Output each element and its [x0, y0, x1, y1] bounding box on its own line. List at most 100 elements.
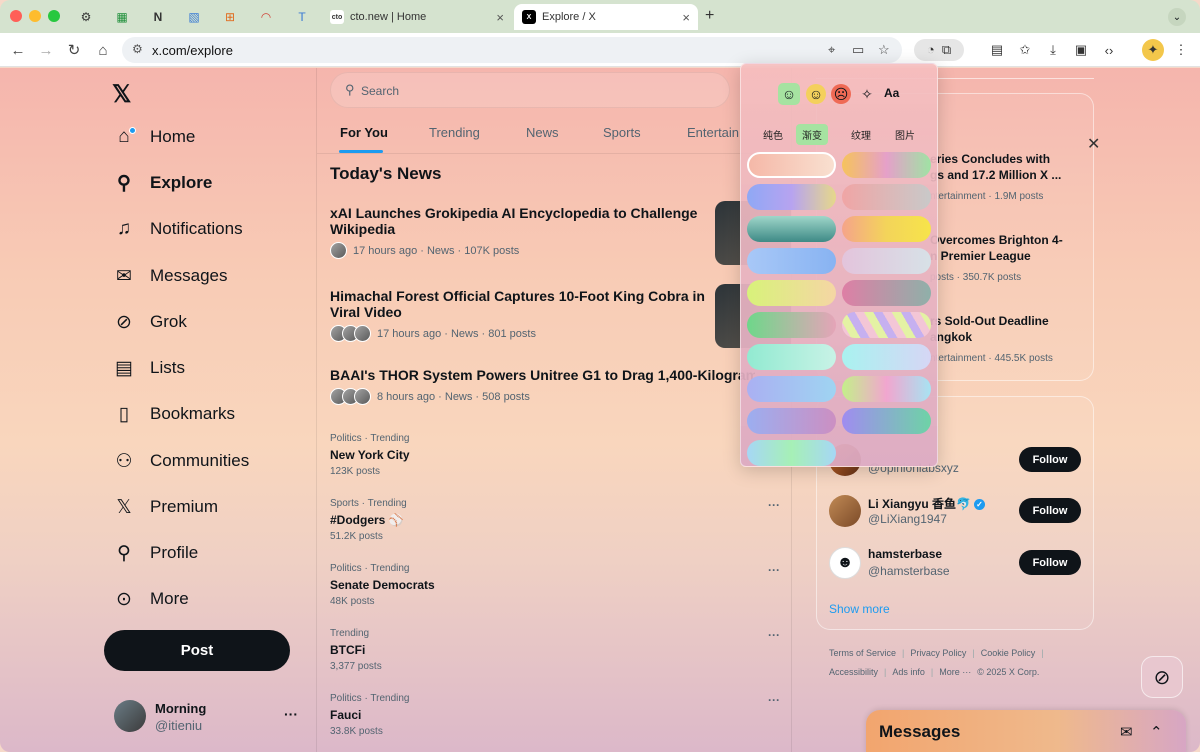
nav-messages[interactable]: ✉ Messages — [112, 261, 227, 291]
reload-icon[interactable]: ↻ — [64, 40, 84, 60]
pinned-tab-notion-icon[interactable]: N — [144, 7, 172, 27]
neutral-emoji-icon[interactable]: ☺ — [806, 84, 826, 104]
footer-link[interactable]: Terms of Service — [829, 648, 896, 658]
gradient-swatch[interactable] — [842, 248, 931, 274]
theme-extension-icon[interactable]: ◔ ⧉ — [914, 39, 964, 61]
footer-link[interactable]: Cookie Policy — [981, 648, 1036, 658]
pinned-tab-translate-icon[interactable]: T — [288, 7, 316, 27]
tab-solid[interactable]: 纯色 — [757, 124, 789, 145]
gradient-swatch[interactable] — [747, 248, 836, 274]
show-more-link[interactable]: Show more — [829, 602, 890, 616]
smile-emoji-icon[interactable]: ☺ — [778, 83, 800, 105]
gradient-swatch[interactable] — [842, 280, 931, 306]
downloads-icon[interactable]: ⤓ — [1042, 39, 1064, 61]
gradient-swatch[interactable] — [842, 312, 931, 338]
tab-texture[interactable]: 纹理 — [845, 124, 877, 145]
right-news-title[interactable]: eries Concludes with gs and 17.2 Million… — [930, 151, 1061, 183]
right-news-title[interactable]: rs Sold-Out Deadline angkok — [930, 313, 1049, 345]
location-icon[interactable]: ⌖ — [828, 42, 835, 58]
close-tab-icon[interactable]: × — [496, 10, 504, 25]
right-news-title[interactable]: Overcomes Brighton 4- n Premier League — [930, 232, 1063, 264]
browser-menu-icon[interactable]: ⋮ — [1170, 39, 1192, 61]
follow-button[interactable]: Follow — [1019, 498, 1081, 523]
nav-bookmarks[interactable]: ▯ Bookmarks — [112, 399, 235, 429]
install-app-icon[interactable]: ▭ — [852, 42, 864, 58]
address-bar[interactable]: ⚙ x.com/explore ⌖ ▭ ☆ — [122, 37, 902, 63]
tab-sports[interactable]: Sports — [603, 125, 641, 140]
tab-explore[interactable]: X Explore / X × — [514, 4, 698, 30]
gradient-swatch[interactable] — [747, 344, 836, 370]
footer-link[interactable]: Ads info — [892, 667, 925, 677]
more-dots-icon[interactable]: ··· — [768, 498, 780, 512]
devtools-icon[interactable]: ‹› — [1098, 39, 1120, 61]
news-item[interactable]: xAI Launches Grokipedia AI Encyclopedia … — [330, 205, 720, 259]
tab-image[interactable]: 图片 — [889, 124, 921, 145]
gradient-swatch[interactable] — [747, 312, 836, 338]
expand-chevron-icon[interactable]: ⌃ — [1150, 723, 1163, 741]
post-button[interactable]: Post — [104, 630, 290, 671]
nav-explore[interactable]: ⚲ Explore — [112, 168, 212, 198]
gradient-swatch[interactable] — [747, 440, 836, 466]
trend-item[interactable]: Politics · Trending Senate Democrats 48K… — [330, 563, 780, 607]
news-item[interactable]: BAAI's THOR System Powers Unitree G1 to … — [330, 367, 760, 405]
gradient-swatch[interactable] — [747, 152, 836, 178]
trend-item[interactable]: Politics · Trending Fauci 33.8K posts ··… — [330, 693, 780, 737]
gradient-swatch[interactable] — [842, 152, 931, 178]
messages-drawer[interactable]: Messages ✉ ⌃ — [866, 710, 1186, 752]
maximize-window-button[interactable] — [48, 10, 60, 22]
gradient-swatch[interactable] — [842, 344, 931, 370]
site-settings-icon[interactable]: ⚙ — [132, 42, 143, 56]
tab-search-chevron-icon[interactable]: ⌄ — [1168, 8, 1186, 26]
grok-fab-icon[interactable]: ⊘ — [1141, 656, 1183, 698]
avatar[interactable] — [829, 495, 861, 527]
minimize-window-button[interactable] — [29, 10, 41, 22]
follow-button[interactable]: Follow — [1019, 447, 1081, 472]
new-tab-icon[interactable]: + — [705, 7, 714, 25]
profile-avatar-icon[interactable]: ✦ — [1142, 39, 1164, 61]
footer-link[interactable]: Privacy Policy — [910, 648, 966, 658]
footer-link[interactable]: Accessibility — [829, 667, 878, 677]
gradient-swatch[interactable] — [842, 376, 931, 402]
pinned-tab-windows-icon[interactable]: ⊞ — [216, 7, 244, 27]
tab-gradient[interactable]: 渐变 — [796, 124, 828, 145]
nav-premium[interactable]: 𝕏 Premium — [112, 492, 218, 522]
gradient-swatch[interactable] — [842, 216, 931, 242]
address-url[interactable]: x.com/explore — [152, 43, 233, 58]
more-dots-icon[interactable]: ··· — [768, 693, 780, 707]
more-dots-icon[interactable]: ··· — [768, 628, 780, 642]
magic-wand-icon[interactable]: ✧ — [857, 84, 877, 104]
reading-list-icon[interactable]: ▤ — [986, 39, 1008, 61]
gradient-swatch[interactable] — [747, 376, 836, 402]
close-window-button[interactable] — [10, 10, 22, 22]
bookmark-star-icon[interactable]: ☆ — [878, 42, 890, 58]
tab-news[interactable]: News — [526, 125, 559, 140]
follow-name[interactable]: hamsterbase — [868, 547, 942, 561]
news-item[interactable]: Himachal Forest Official Captures 10-Foo… — [330, 288, 720, 342]
nav-home[interactable]: ⌂ Home — [112, 122, 195, 152]
tab-for-you[interactable]: For You — [340, 125, 388, 140]
pinned-tab-chatgpt-icon[interactable]: ⚙ — [72, 7, 100, 27]
nav-communities[interactable]: ⚇ Communities — [112, 446, 249, 476]
footer-link[interactable]: More ··· — [939, 667, 971, 677]
trend-item[interactable]: Politics · Trending New York City 123K p… — [330, 433, 780, 477]
search-input[interactable]: ⚲ Search — [330, 72, 730, 108]
gradient-swatch[interactable] — [747, 280, 836, 306]
trend-item[interactable]: Sports · Trending #Dodgers ⚾ 51.2K posts… — [330, 498, 780, 542]
font-settings-button[interactable]: Aa — [884, 86, 899, 100]
compose-message-icon[interactable]: ✉ — [1120, 723, 1133, 741]
trend-item[interactable]: Trending BTCFi 3,377 posts ··· — [330, 628, 780, 672]
home-browser-icon[interactable]: ⌂ — [93, 40, 113, 60]
more-dots-icon[interactable]: ··· — [768, 563, 780, 577]
nav-more[interactable]: ⊙ More — [112, 584, 189, 614]
gradient-swatch[interactable] — [842, 184, 931, 210]
favorites-icon[interactable]: ✩ — [1014, 39, 1036, 61]
pinned-tab-sheets-icon[interactable]: ▦ — [108, 7, 136, 27]
tab-trending[interactable]: Trending — [429, 125, 480, 140]
angry-emoji-icon[interactable]: ☹ — [831, 84, 851, 104]
account-switcher[interactable]: Morning @itieniu ··· — [114, 700, 304, 734]
gradient-swatch[interactable] — [747, 216, 836, 242]
forward-icon[interactable]: → — [36, 40, 56, 60]
follow-name[interactable]: Li Xiangyu 香鱼🐬 ✓ — [868, 495, 985, 512]
close-tab-icon[interactable]: × — [682, 10, 690, 25]
gradient-swatch[interactable] — [842, 408, 931, 434]
